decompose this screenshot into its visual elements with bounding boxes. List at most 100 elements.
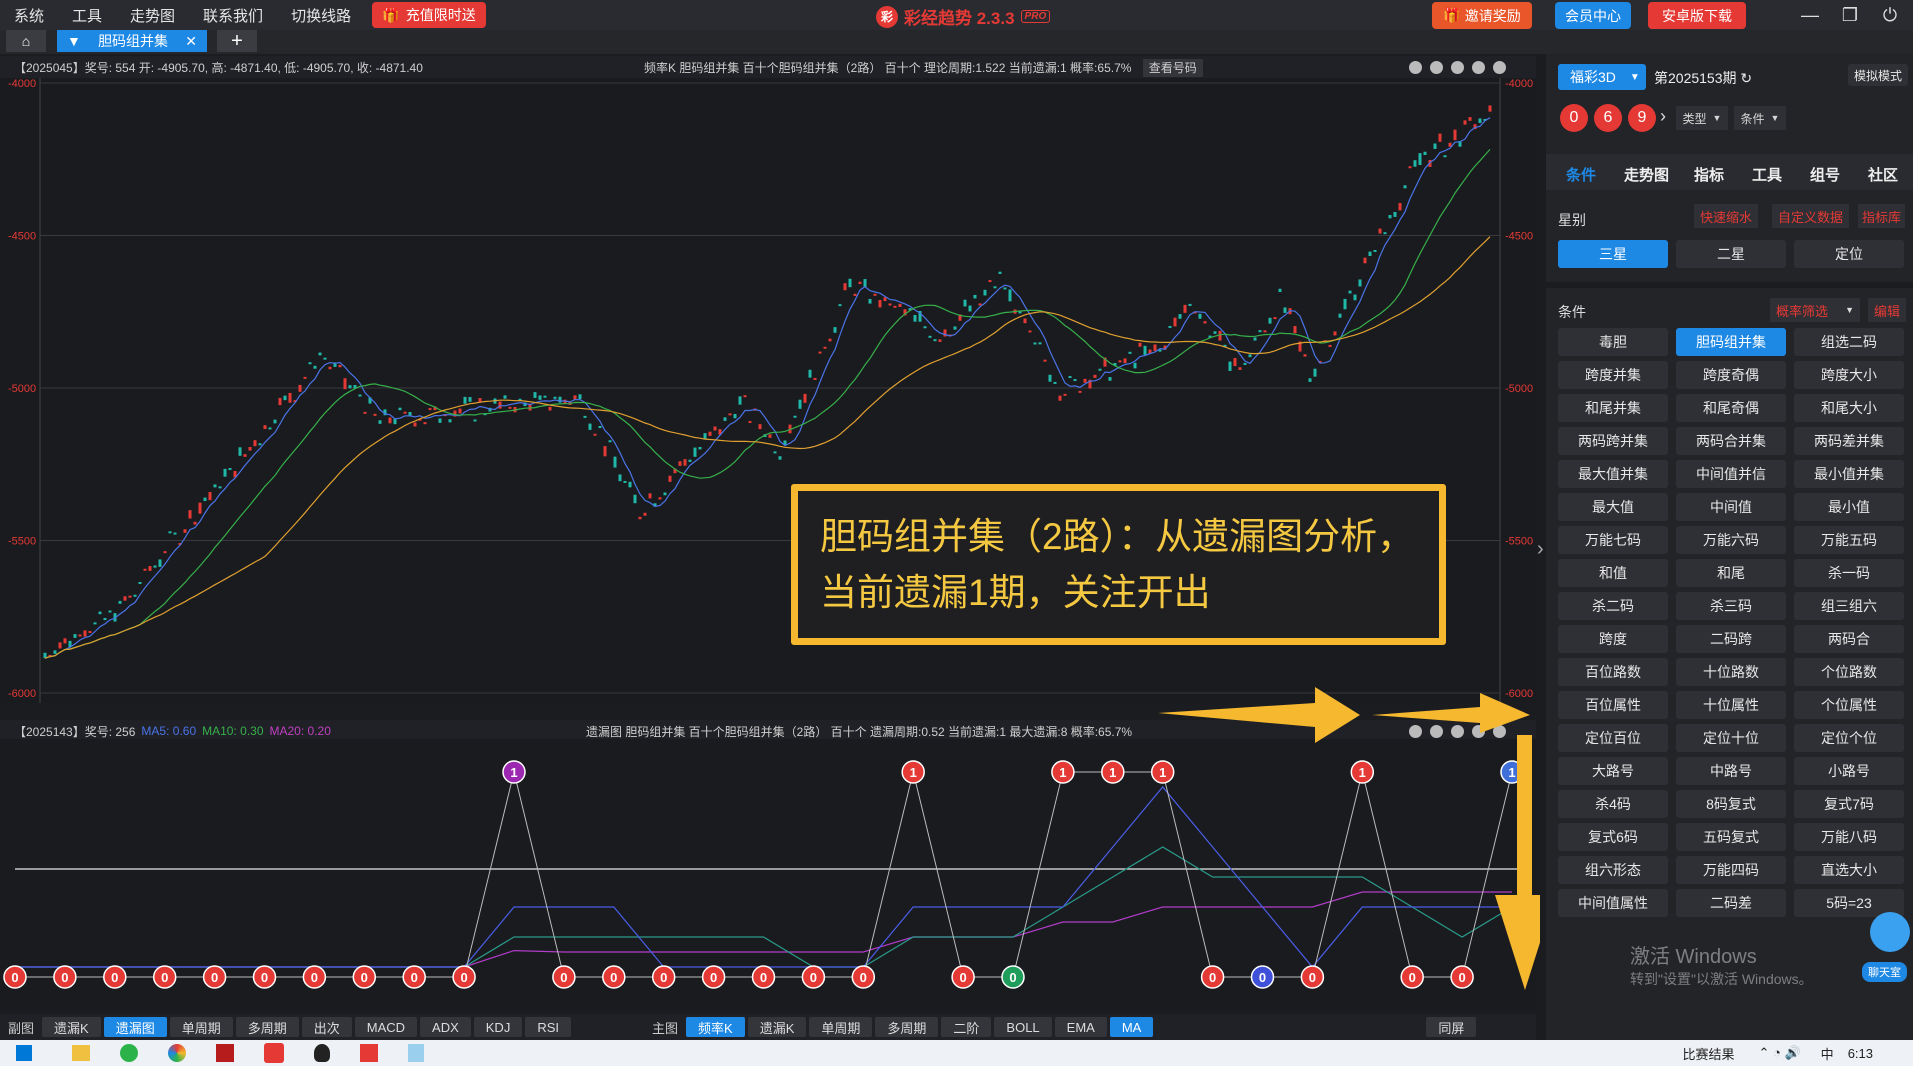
tab-community[interactable]: 社区 <box>1868 164 1898 185</box>
condition-btn-12[interactable]: 最大值并集 <box>1558 460 1668 488</box>
condition-btn-41[interactable]: 小路号 <box>1794 757 1904 785</box>
condition-btn-21[interactable]: 和值 <box>1558 559 1668 587</box>
sim-mode-button[interactable]: 模拟模式 <box>1848 64 1908 86</box>
restore-icon[interactable]: ❐ <box>1835 2 1865 28</box>
condition-btn-16[interactable]: 中间值 <box>1676 493 1786 521</box>
tray-icons[interactable]: ⌃ ◔ 🔊 <box>1759 1045 1801 1061</box>
star-position[interactable]: 定位 <box>1794 240 1904 268</box>
condition-btn-4[interactable]: 跨度奇偶 <box>1676 361 1786 389</box>
condition-btn-32[interactable]: 个位路数 <box>1794 658 1904 686</box>
condition-btn-30[interactable]: 百位路数 <box>1558 658 1668 686</box>
lottery-select[interactable]: 福彩3D ▼ <box>1558 64 1646 90</box>
condition-btn-24[interactable]: 杀二码 <box>1558 592 1668 620</box>
condition-btn-29[interactable]: 两码合 <box>1794 625 1904 653</box>
condition-btn-3[interactable]: 跨度并集 <box>1558 361 1668 389</box>
main-btn-0[interactable]: 频率K <box>686 1017 745 1037</box>
sub-btn-4[interactable]: 出次 <box>301 1017 352 1037</box>
main-btn-4[interactable]: 二阶 <box>941 1017 992 1037</box>
sub-btn-5[interactable]: MACD <box>354 1017 418 1037</box>
condition-btn-39[interactable]: 大路号 <box>1558 757 1668 785</box>
up-icon[interactable] <box>1451 60 1464 74</box>
main-btn-7[interactable]: MA <box>1109 1017 1154 1037</box>
menu-system[interactable]: 系统 <box>0 5 58 26</box>
ime-indicator[interactable]: 中 <box>1821 1044 1834 1063</box>
dropdown-icon[interactable]: ▼ <box>67 33 81 49</box>
main-btn-1[interactable]: 遗漏K <box>747 1017 807 1037</box>
condition-btn-46[interactable]: 五码复式 <box>1676 823 1786 851</box>
wechat-icon[interactable] <box>120 1044 138 1062</box>
tab-active[interactable]: ▼ 胆码组并集 ✕ <box>57 30 207 52</box>
main-btn-6[interactable]: EMA <box>1054 1017 1107 1037</box>
condition-btn-42[interactable]: 杀4码 <box>1558 790 1668 818</box>
condition-btn-31[interactable]: 十位路数 <box>1676 658 1786 686</box>
view-numbers-button[interactable]: 查看号码 <box>1142 58 1203 77</box>
condition-btn-40[interactable]: 中路号 <box>1676 757 1786 785</box>
windows-start-icon[interactable] <box>16 1045 32 1061</box>
condition-btn-34[interactable]: 十位属性 <box>1676 691 1786 719</box>
condition-btn-6[interactable]: 和尾并集 <box>1558 394 1668 422</box>
condition-btn-18[interactable]: 万能七码 <box>1558 526 1668 554</box>
explorer-icon[interactable] <box>72 1045 90 1061</box>
star-two[interactable]: 二星 <box>1676 240 1786 268</box>
tab-trend[interactable]: 走势图 <box>1624 164 1669 185</box>
condition-btn-36[interactable]: 定位百位 <box>1558 724 1668 752</box>
down-icon[interactable] <box>1472 60 1485 74</box>
condition-btn-50[interactable]: 直选大小 <box>1794 856 1904 884</box>
chevron-right-icon[interactable]: › <box>1660 106 1666 127</box>
condition-btn-35[interactable]: 个位属性 <box>1794 691 1904 719</box>
menu-trend[interactable]: 走势图 <box>116 5 189 26</box>
condition-btn-47[interactable]: 万能八码 <box>1794 823 1904 851</box>
chrome-icon[interactable] <box>168 1044 186 1062</box>
condition-btn-48[interactable]: 组六形态 <box>1558 856 1668 884</box>
taskbar-news[interactable]: 比赛结果 <box>1683 1044 1735 1063</box>
menu-switch-line[interactable]: 切换线路 <box>277 5 365 26</box>
condition-btn-37[interactable]: 定位十位 <box>1676 724 1786 752</box>
condition-btn-5[interactable]: 跨度大小 <box>1794 361 1904 389</box>
condition-btn-22[interactable]: 和尾 <box>1676 559 1786 587</box>
tab-indicator[interactable]: 指标 <box>1694 164 1724 185</box>
condition-btn-45[interactable]: 复式6码 <box>1558 823 1668 851</box>
sub-btn-1[interactable]: 遗漏图 <box>103 1017 167 1037</box>
condition-btn-19[interactable]: 万能六码 <box>1676 526 1786 554</box>
condition-btn-2[interactable]: 组选二码 <box>1794 328 1904 356</box>
condition-select[interactable]: 条件 ▼ <box>1734 106 1786 130</box>
condition-btn-33[interactable]: 百位属性 <box>1558 691 1668 719</box>
condition-btn-49[interactable]: 万能四码 <box>1676 856 1786 884</box>
minimize-icon[interactable]: — <box>1795 2 1825 28</box>
prob-filter-select[interactable]: 概率筛选 ▼ <box>1770 298 1860 322</box>
tab-tools[interactable]: 工具 <box>1752 164 1782 185</box>
tab-group[interactable]: 组号 <box>1810 164 1840 185</box>
home-icon[interactable]: ⌂ <box>6 30 46 52</box>
chat-icon[interactable] <box>1870 912 1910 952</box>
condition-btn-51[interactable]: 中间值属性 <box>1558 889 1668 917</box>
condition-btn-8[interactable]: 和尾大小 <box>1794 394 1904 422</box>
collapse-panel-icon[interactable]: › <box>1537 538 1544 561</box>
menu-contact[interactable]: 联系我们 <box>189 5 277 26</box>
power-icon[interactable]: ⏻ <box>1875 2 1905 28</box>
main-btn-3[interactable]: 多周期 <box>875 1017 939 1037</box>
invite-button[interactable]: 🎁 邀请奖励 <box>1432 2 1532 29</box>
member-center-button[interactable]: 会员中心 <box>1555 2 1631 29</box>
sub-btn-6[interactable]: ADX <box>420 1017 471 1037</box>
condition-btn-26[interactable]: 组三组六 <box>1794 592 1904 620</box>
sub-btn-3[interactable]: 多周期 <box>235 1017 299 1037</box>
condition-btn-38[interactable]: 定位个位 <box>1794 724 1904 752</box>
sub-btn-2[interactable]: 单周期 <box>169 1017 233 1037</box>
condition-btn-1[interactable]: 胆码组并集 <box>1676 328 1786 356</box>
qq-icon[interactable] <box>314 1044 330 1062</box>
refresh-icon[interactable]: ↻ <box>1740 70 1752 86</box>
condition-btn-52[interactable]: 二码差 <box>1676 889 1786 917</box>
condition-btn-44[interactable]: 复式7码 <box>1794 790 1904 818</box>
edit-link[interactable]: 编辑 <box>1868 298 1907 322</box>
sub-btn-7[interactable]: KDJ <box>473 1017 523 1037</box>
custom-data-link[interactable]: 自定义数据 <box>1772 204 1850 228</box>
pin-icon[interactable] <box>1409 60 1422 74</box>
refresh-icon[interactable] <box>1430 60 1443 74</box>
close-icon[interactable] <box>1493 60 1506 74</box>
tab-condition[interactable]: 条件 <box>1566 164 1596 185</box>
condition-btn-13[interactable]: 中间值并信 <box>1676 460 1786 488</box>
condition-btn-43[interactable]: 8码复式 <box>1676 790 1786 818</box>
app-icon[interactable] <box>216 1044 234 1062</box>
condition-btn-11[interactable]: 两码差并集 <box>1794 427 1904 455</box>
condition-btn-20[interactable]: 万能五码 <box>1794 526 1904 554</box>
